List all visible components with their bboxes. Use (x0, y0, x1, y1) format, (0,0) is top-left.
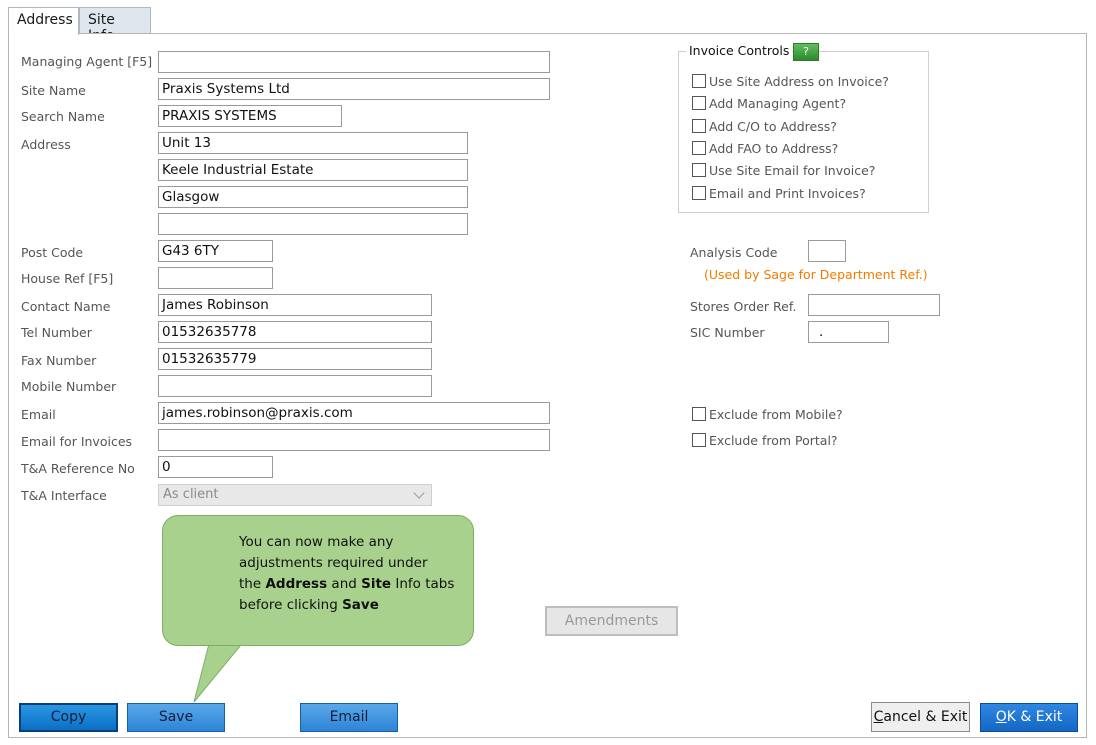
house-ref-input[interactable] (158, 267, 273, 289)
callout-line: before clicking Save (239, 597, 379, 613)
sic-number-label: SIC Number (690, 325, 765, 340)
checkbox-box[interactable] (692, 407, 706, 421)
fax-number-label: Fax Number (21, 353, 97, 368)
site-name-label: Site Name (21, 83, 86, 98)
chevron-down-icon (413, 487, 425, 499)
address-line4-input[interactable] (158, 213, 468, 235)
ta-interface-label: T&A Interface (21, 488, 107, 503)
checkbox-label: Use Site Address on Invoice? (709, 73, 889, 89)
search-name-input[interactable]: PRAXIS SYSTEMS (158, 105, 342, 127)
mobile-number-label: Mobile Number (21, 379, 117, 394)
exclude-mobile-checkbox[interactable]: Exclude from Mobile? (692, 405, 843, 423)
analysis-code-label: Analysis Code (690, 245, 778, 260)
fax-number-input[interactable]: 01532635779 (158, 348, 432, 370)
address-line3-input[interactable]: Glasgow (158, 186, 468, 208)
address-line2-input[interactable]: Keele Industrial Estate (158, 159, 468, 181)
post-code-input[interactable]: G43 6TY (158, 240, 273, 262)
mobile-number-input[interactable] (158, 375, 432, 397)
ta-reference-input[interactable]: 0 (158, 456, 273, 478)
checkbox-label: Exclude from Mobile? (709, 406, 843, 422)
analysis-code-note: (Used by Sage for Department Ref.) (704, 267, 928, 282)
tel-number-input[interactable]: 01532635778 (158, 321, 432, 343)
cancel-exit-button[interactable]: Cancel & Exit (871, 702, 970, 732)
checkbox-box[interactable] (692, 74, 706, 88)
add-fao-checkbox[interactable]: Add FAO to Address? (692, 139, 838, 157)
save-button[interactable]: Save (127, 703, 225, 732)
address-line1-input[interactable]: Unit 13 (158, 132, 468, 154)
email-and-print-checkbox[interactable]: Email and Print Invoices? (692, 184, 866, 202)
tab-site-info[interactable]: Site Info (79, 7, 151, 44)
managing-agent-label: Managing Agent [F5] (21, 54, 153, 69)
ta-interface-value: As client (163, 487, 219, 502)
tab-address[interactable]: Address (8, 7, 79, 35)
checkbox-box[interactable] (692, 163, 706, 177)
checkbox-label: Use Site Email for Invoice? (709, 162, 876, 178)
email-button[interactable]: Email (300, 703, 398, 732)
copy-button[interactable]: Copy (19, 703, 118, 732)
add-managing-agent-checkbox[interactable]: Add Managing Agent? (692, 94, 846, 112)
address-label: Address (21, 137, 71, 152)
amendments-button[interactable]: Amendments (545, 606, 678, 636)
checkbox-box[interactable] (692, 433, 706, 447)
email-invoices-label: Email for Invoices (21, 434, 133, 449)
ta-reference-label: T&A Reference No (21, 461, 135, 476)
contact-name-label: Contact Name (21, 299, 111, 314)
email-input[interactable]: james.robinson@praxis.com (158, 402, 550, 424)
checkbox-box[interactable] (692, 141, 706, 155)
callout-line: the Address and Site Info tabs (239, 576, 455, 592)
callout-line: You can now make any (239, 534, 394, 550)
use-site-email-checkbox[interactable]: Use Site Email for Invoice? (692, 161, 875, 179)
sic-number-input[interactable]: . (808, 321, 889, 343)
site-name-input[interactable]: Praxis Systems Ltd (158, 78, 550, 100)
callout-pointer (193, 640, 246, 703)
checkbox-label: Add FAO to Address? (709, 140, 839, 156)
callout-text: You can now make any adjustments require… (239, 532, 459, 616)
checkbox-box[interactable] (692, 186, 706, 200)
checkbox-label: Add C/O to Address? (709, 118, 837, 134)
ta-interface-select[interactable]: As client (158, 484, 432, 506)
callout-line: adjustments required under (239, 555, 428, 571)
add-co-checkbox[interactable]: Add C/O to Address? (692, 117, 837, 135)
analysis-code-input[interactable] (808, 240, 846, 262)
house-ref-label: House Ref [F5] (21, 271, 114, 286)
exclude-portal-checkbox[interactable]: Exclude from Portal? (692, 431, 838, 449)
help-icon[interactable]: ? (793, 43, 819, 61)
checkbox-box[interactable] (692, 119, 706, 133)
search-name-label: Search Name (21, 109, 105, 124)
invoice-controls-title: Invoice Controls (686, 43, 793, 58)
contact-name-input[interactable]: James Robinson (158, 294, 432, 316)
email-label: Email (21, 407, 56, 422)
email-invoices-input[interactable] (158, 429, 550, 451)
checkbox-label: Email and Print Invoices? (709, 185, 866, 201)
stores-order-label: Stores Order Ref. (690, 299, 797, 314)
checkbox-label: Exclude from Portal? (709, 432, 838, 448)
stores-order-input[interactable] (808, 294, 940, 316)
use-site-address-checkbox[interactable]: Use Site Address on Invoice? (692, 72, 889, 90)
managing-agent-input[interactable] (158, 51, 550, 73)
tel-number-label: Tel Number (21, 325, 92, 340)
checkbox-label: Add Managing Agent? (709, 95, 847, 111)
ok-exit-button[interactable]: OK & Exit (980, 703, 1078, 732)
post-code-label: Post Code (21, 245, 84, 260)
checkbox-box[interactable] (692, 96, 706, 110)
